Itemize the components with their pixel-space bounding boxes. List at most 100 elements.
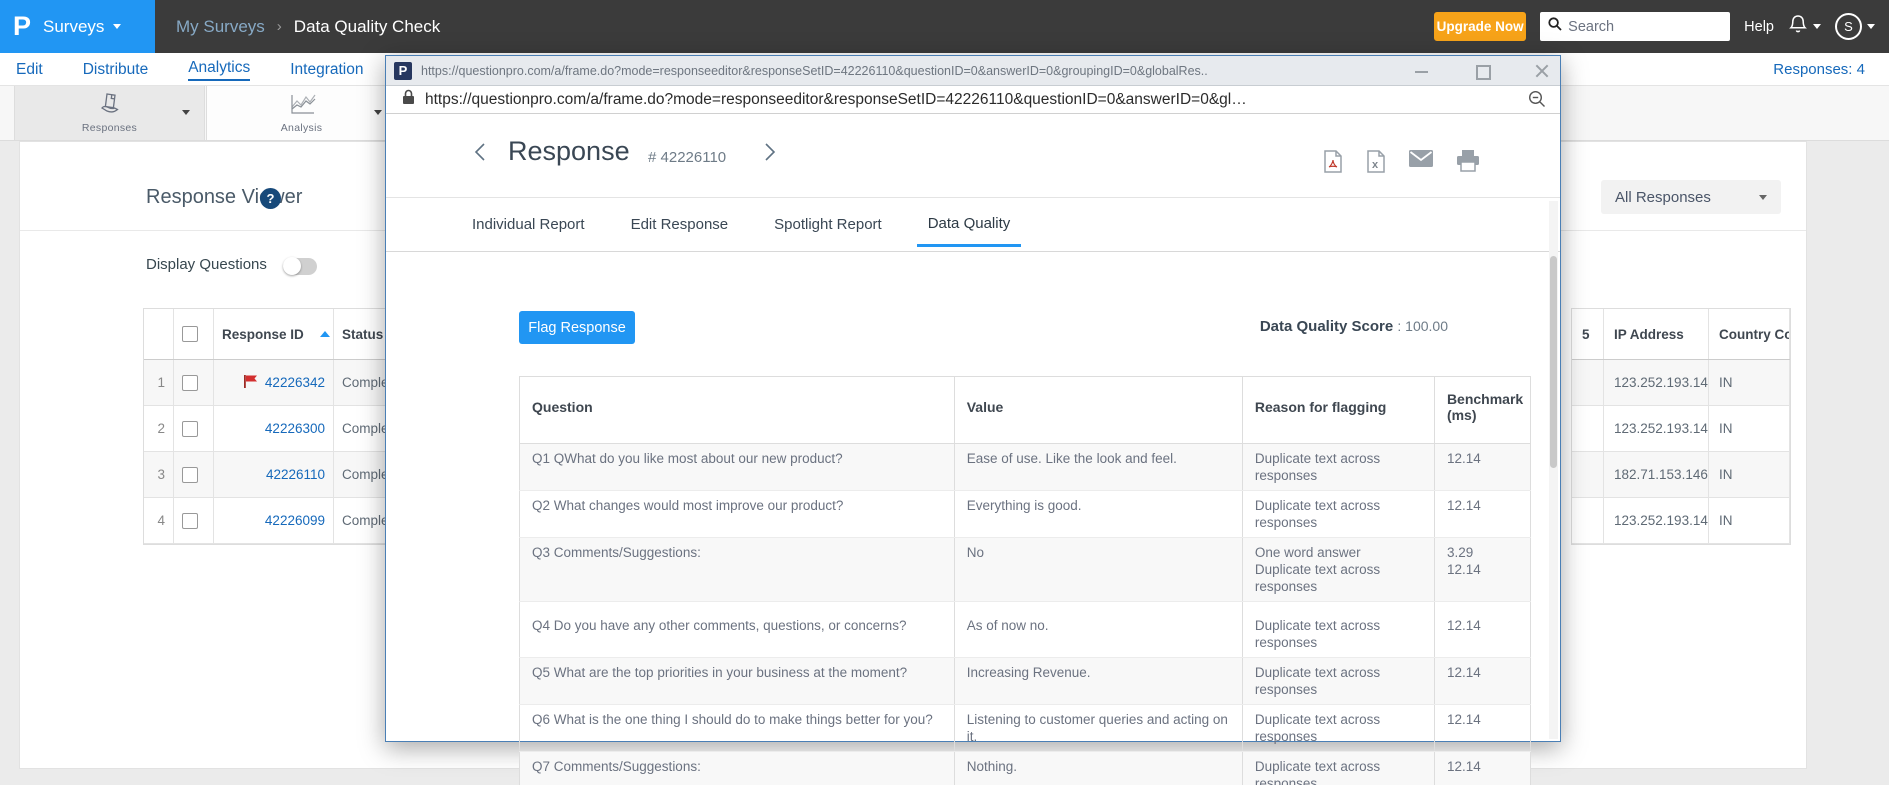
data-quality-table-header: Question Value Reason for flagging Bench… — [520, 377, 1531, 444]
flag-icon — [243, 375, 259, 391]
export-actions: x — [1323, 150, 1480, 179]
scrollbar-thumb[interactable] — [1550, 256, 1557, 468]
benchmark-cell: 3.2912.14 — [1434, 538, 1530, 602]
breadcrumb-separator-icon: › — [277, 18, 282, 35]
value-cell: Increasing Revenue. — [954, 657, 1242, 704]
minimize-button[interactable] — [1410, 59, 1434, 83]
question-header: Question — [520, 377, 955, 444]
question-cell: Q3 Comments/Suggestions: — [520, 538, 955, 602]
upgrade-now-button[interactable]: Upgrade Now — [1434, 12, 1526, 41]
responses-document-icon — [95, 90, 125, 125]
value-cell: Ease of use. Like the look and feel. — [954, 444, 1242, 491]
previous-response-button[interactable] — [474, 142, 486, 167]
questionpro-logo: P — [13, 11, 31, 42]
topbar-actions: Upgrade Now Help S — [1434, 0, 1875, 53]
next-response-button[interactable] — [764, 142, 776, 167]
dq-table-row: Q5 What are the top priorities in your b… — [520, 657, 1531, 704]
checkbox-cell — [174, 452, 214, 497]
help-link[interactable]: Help — [1744, 19, 1774, 35]
divider — [386, 251, 1560, 252]
account-menu[interactable]: S — [1835, 13, 1875, 40]
nav-item-integration[interactable]: Integration — [290, 61, 363, 79]
export-pdf-icon[interactable] — [1323, 150, 1343, 179]
chevron-down-icon — [374, 110, 382, 115]
maximize-button[interactable] — [1470, 59, 1494, 83]
tab-edit-response[interactable]: Edit Response — [631, 216, 729, 233]
ip-address-cell: 123.252.193.148 — [1604, 360, 1709, 405]
row-checkbox[interactable] — [182, 375, 198, 391]
display-questions-label: Display Questions — [146, 256, 267, 273]
reason-cell: Duplicate text across responses — [1242, 611, 1434, 658]
breadcrumb: My Surveys › Data Quality Check — [158, 0, 440, 53]
row-checkbox[interactable] — [182, 467, 198, 483]
response-editor-window: P https://questionpro.com/a/frame.do?mod… — [385, 55, 1561, 742]
breadcrumb-my-surveys[interactable]: My Surveys — [176, 17, 265, 37]
chevron-down-icon — [1759, 195, 1767, 200]
tab-individual-report[interactable]: Individual Report — [472, 216, 585, 233]
lock-icon — [402, 89, 415, 110]
spacer-cell — [1242, 602, 1434, 611]
response-header: Response # 42226110 x — [386, 114, 1560, 198]
print-icon[interactable] — [1456, 150, 1480, 179]
window-title-url: https://questionpro.com/a/frame.do?mode=… — [421, 64, 1381, 78]
truncated-cell — [1572, 452, 1604, 497]
tab-spotlight-report[interactable]: Spotlight Report — [774, 216, 882, 233]
app: P Surveys My Surveys › Data Quality Chec… — [0, 0, 1889, 785]
table-row: 442226099Comple — [144, 498, 420, 544]
modal-scrollbar[interactable] — [1549, 201, 1558, 739]
dq-table-row: Q4 Do you have any other comments, quest… — [520, 611, 1531, 658]
row-checkbox[interactable] — [182, 513, 198, 529]
dq-table-row: Q1 QWhat do you like most about our new … — [520, 444, 1531, 491]
country-code-cell: IN — [1709, 406, 1790, 451]
value-cell: Nothing. — [954, 751, 1242, 785]
display-questions-toggle[interactable] — [283, 258, 317, 275]
help-icon[interactable]: ? — [260, 188, 281, 209]
analysis-tool-label: Analysis — [207, 122, 396, 134]
nav-item-distribute[interactable]: Distribute — [83, 61, 148, 79]
response-id-link[interactable]: 42226110 — [214, 452, 334, 497]
response-tabs: Individual Report Edit Response Spotligh… — [472, 198, 1010, 250]
value-cell: Listening to customer queries and acting… — [954, 704, 1242, 751]
email-icon[interactable] — [1409, 150, 1433, 179]
address-bar[interactable]: https://questionpro.com/a/frame.do?mode=… — [386, 86, 1560, 114]
table-row: 242226300Comple — [144, 406, 420, 452]
truncated-cell — [1572, 360, 1604, 405]
window-titlebar[interactable]: P https://questionpro.com/a/frame.do?mod… — [386, 56, 1560, 86]
value-header: Value — [954, 377, 1242, 444]
spacer-row — [520, 602, 1531, 611]
product-switcher[interactable]: P Surveys — [0, 0, 155, 53]
search-input[interactable] — [1568, 19, 1708, 35]
table-row: 342226110Comple — [144, 452, 420, 498]
country-code-cell: IN — [1709, 452, 1790, 497]
search-box[interactable] — [1540, 12, 1730, 41]
nav-item-analytics[interactable]: Analytics — [188, 59, 250, 81]
benchmark-header: Benchmark (ms) — [1434, 377, 1530, 444]
flag-response-button[interactable]: Flag Response — [519, 311, 635, 344]
chevron-down-icon — [1813, 24, 1821, 29]
tab-data-quality[interactable]: Data Quality — [917, 201, 1022, 247]
row-number: 2 — [144, 406, 174, 451]
row-checkbox[interactable] — [182, 421, 198, 437]
analysis-tool-button[interactable]: Analysis — [206, 86, 397, 140]
checkbox-cell — [174, 360, 214, 405]
response-id-header[interactable]: Response ID — [214, 309, 334, 359]
nav-item-edit[interactable]: Edit — [16, 61, 43, 79]
response-id-link[interactable]: 42226300 — [214, 406, 334, 451]
close-button[interactable] — [1530, 59, 1554, 83]
spacer-cell — [520, 602, 955, 611]
all-responses-dropdown[interactable]: All Responses — [1601, 180, 1781, 214]
table-row: 123.252.193.148IN — [1572, 498, 1790, 544]
zoom-out-icon[interactable] — [1528, 90, 1546, 113]
country-code-header: Country Co — [1709, 309, 1790, 359]
benchmark-cell: 12.14 — [1434, 611, 1530, 658]
select-all-checkbox[interactable] — [182, 326, 198, 342]
responses-tool-button[interactable]: Responses — [14, 86, 205, 140]
question-cell: Q5 What are the top priorities in your b… — [520, 657, 955, 704]
response-id-link[interactable]: 42226342 — [214, 360, 334, 405]
toggle-knob — [283, 257, 301, 275]
response-id-link[interactable]: 42226099 — [214, 498, 334, 543]
spacer-cell — [1434, 602, 1530, 611]
export-excel-icon[interactable]: x — [1366, 150, 1386, 179]
reason-header: Reason for flagging — [1242, 377, 1434, 444]
notifications-button[interactable] — [1788, 14, 1821, 40]
